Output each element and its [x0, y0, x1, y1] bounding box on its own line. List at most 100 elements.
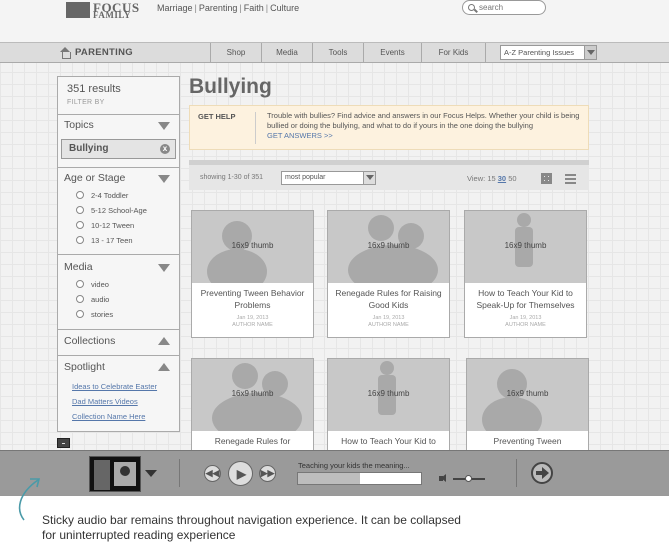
- collapse-audio-bar-button[interactable]: [57, 438, 70, 448]
- radio-circle-icon[interactable]: [76, 236, 84, 244]
- rewind-icon: ◀◀: [205, 468, 220, 478]
- radio-circle-icon[interactable]: [76, 206, 84, 214]
- collapse-triangle-icon[interactable]: [158, 175, 170, 183]
- sort-value: most popular: [285, 174, 326, 181]
- card-author: AUTHOR NAME: [505, 322, 546, 328]
- search-icon[interactable]: [468, 4, 475, 11]
- view-option-50[interactable]: 50: [508, 174, 516, 183]
- thumb-figure: [212, 393, 302, 431]
- card-thumbnail[interactable]: 16x9 thumb: [465, 211, 586, 283]
- age-option-label: 5-12 School-Age: [91, 206, 147, 215]
- chevron-down-icon[interactable]: [145, 470, 157, 477]
- search-box[interactable]: [462, 0, 546, 15]
- site-logo[interactable]: FOCUS FAMILY: [66, 0, 139, 20]
- tab-shop[interactable]: Shop: [210, 43, 261, 63]
- radio-circle-icon[interactable]: [76, 295, 84, 303]
- card-title[interactable]: How to Teach Your Kid to: [330, 435, 447, 447]
- filter-collections: Collections: [58, 329, 179, 355]
- collapse-triangle-icon[interactable]: [158, 122, 170, 130]
- thumb-figure: [368, 215, 394, 241]
- spotlight-link-collection[interactable]: Collection Name Here: [72, 412, 145, 421]
- sort-select[interactable]: most popular: [281, 171, 376, 185]
- grid-view-icon[interactable]: [541, 173, 552, 184]
- card-thumbnail[interactable]: 16x9 thumb: [192, 211, 313, 283]
- audio-progress-fill: [298, 473, 360, 484]
- clear-filter-icon[interactable]: x: [160, 144, 170, 154]
- results-toolbar: showing 1-30 of 351 most popular View: 1…: [189, 160, 589, 190]
- volume-icon[interactable]: [439, 474, 451, 483]
- radio-circle-icon[interactable]: [76, 280, 84, 288]
- now-playing-thumbnail[interactable]: [89, 456, 141, 492]
- collapse-triangle-icon[interactable]: [158, 264, 170, 272]
- home-icon[interactable]: [60, 47, 71, 59]
- content-card[interactable]: 16x9 thumb Preventing Tween Behavior Pro…: [191, 210, 314, 338]
- radio-circle-icon[interactable]: [76, 191, 84, 199]
- content-card[interactable]: 16x9 thumb How to Teach Your Kid to: [327, 358, 450, 454]
- card-title[interactable]: Preventing Tween: [469, 435, 586, 447]
- view-label: View:: [467, 174, 486, 183]
- fast-forward-button[interactable]: ▶▶: [259, 465, 276, 482]
- tab-for-kids[interactable]: For Kids: [421, 43, 486, 63]
- audio-progress-bar[interactable]: [297, 472, 422, 485]
- spotlight-heading[interactable]: Spotlight: [64, 361, 105, 373]
- card-title[interactable]: Renegade Rules for Raising Good Kids: [330, 287, 447, 311]
- card-title[interactable]: Renegade Rules for: [194, 435, 311, 447]
- thumb-figure: [482, 397, 542, 431]
- logo-mark-icon: [66, 2, 90, 18]
- thumb-label: 16x9 thumb: [506, 389, 549, 398]
- top-nav-parenting[interactable]: Parenting: [199, 3, 238, 13]
- content-card[interactable]: 16x9 thumb How to Teach Your Kid to Spea…: [464, 210, 587, 338]
- thumb-figure: [348, 245, 438, 283]
- card-thumbnail[interactable]: 16x9 thumb: [328, 211, 449, 283]
- spotlight-link-dad-matters[interactable]: Dad Matters Videos: [72, 397, 138, 406]
- expand-triangle-icon[interactable]: [158, 363, 170, 371]
- topic-chip-label: Bullying: [69, 143, 109, 154]
- section-nav-bar: PARENTING Shop Media Tools Events For Ki…: [0, 43, 669, 63]
- card-title[interactable]: Preventing Tween Behavior Problems: [194, 287, 311, 311]
- next-arrow-button[interactable]: [531, 462, 553, 484]
- collections-heading[interactable]: Collections: [64, 335, 115, 347]
- top-nav-culture[interactable]: Culture: [270, 3, 299, 13]
- age-option-label: 2-4 Toddler: [91, 191, 129, 200]
- topics-heading[interactable]: Topics: [64, 119, 94, 131]
- section-title[interactable]: PARENTING: [75, 47, 133, 58]
- audio-bar-divider: [179, 459, 180, 487]
- radio-circle-icon[interactable]: [76, 221, 84, 229]
- filter-by-label: FILTER BY: [67, 99, 105, 106]
- card-thumbnail[interactable]: 16x9 thumb: [192, 359, 313, 431]
- age-stage-heading[interactable]: Age or Stage: [64, 172, 125, 184]
- card-thumbnail[interactable]: 16x9 thumb: [328, 359, 449, 431]
- parenting-issues-dropdown[interactable]: A-Z Parenting Issues: [500, 45, 597, 60]
- thumb-figure: [207, 249, 267, 283]
- volume-slider-handle[interactable]: [465, 475, 472, 482]
- media-heading[interactable]: Media: [64, 261, 93, 273]
- thumb-label: 16x9 thumb: [231, 389, 274, 398]
- tab-tools[interactable]: Tools: [312, 43, 363, 63]
- view-option-15[interactable]: 15: [487, 174, 495, 183]
- expand-triangle-icon[interactable]: [158, 337, 170, 345]
- thumb-figure: [120, 466, 130, 476]
- search-input[interactable]: [479, 2, 539, 13]
- spotlight-link-easter[interactable]: Ideas to Celebrate Easter: [72, 382, 157, 391]
- filter-spotlight: Spotlight Ideas to Celebrate Easter Dad …: [58, 355, 179, 431]
- tab-events[interactable]: Events: [363, 43, 421, 63]
- card-thumbnail[interactable]: 16x9 thumb: [467, 359, 588, 431]
- get-help-divider: [255, 112, 256, 144]
- view-per-page: View: 15 30 50: [467, 174, 517, 183]
- card-title[interactable]: How to Teach Your Kid to Speak-Up for Th…: [467, 287, 584, 311]
- content-card[interactable]: 16x9 thumb Preventing Tween: [466, 358, 589, 454]
- rewind-button[interactable]: ◀◀: [204, 465, 221, 482]
- thumb-label: 16x9 thumb: [504, 241, 547, 250]
- top-nav-marriage[interactable]: Marriage: [157, 3, 193, 13]
- top-nav-faith[interactable]: Faith: [244, 3, 264, 13]
- play-button[interactable]: ▶: [228, 461, 253, 486]
- view-option-30[interactable]: 30: [498, 174, 506, 183]
- get-answers-link[interactable]: GET ANSWERS >>: [267, 131, 333, 140]
- section-tabs: Shop Media Tools Events For Kids: [210, 43, 486, 63]
- content-card[interactable]: 16x9 thumb Renegade Rules for: [191, 358, 314, 454]
- radio-circle-icon[interactable]: [76, 310, 84, 318]
- thumb-label: 16x9 thumb: [367, 241, 410, 250]
- list-view-icon[interactable]: [565, 174, 576, 184]
- tab-media[interactable]: Media: [261, 43, 312, 63]
- content-card[interactable]: 16x9 thumb Renegade Rules for Raising Go…: [327, 210, 450, 338]
